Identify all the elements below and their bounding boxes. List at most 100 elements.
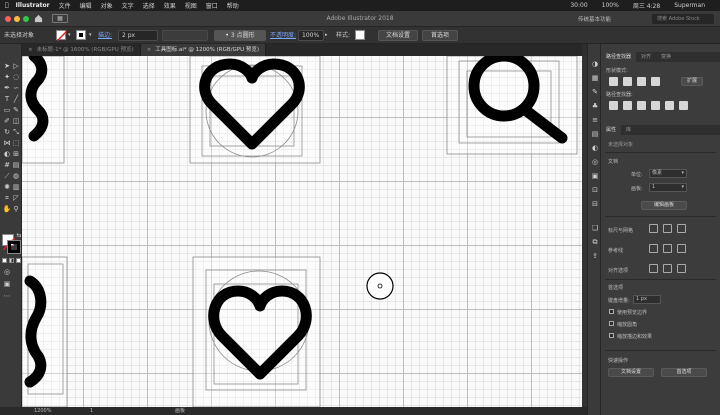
- transform-panel-icon[interactable]: ⊡: [591, 186, 599, 194]
- scale-corners-checkbox[interactable]: [609, 321, 614, 326]
- trim-icon[interactable]: [623, 101, 632, 110]
- type-tool-icon[interactable]: T: [3, 95, 11, 103]
- brush-definition[interactable]: • 3 点圆形: [214, 30, 266, 41]
- opacity-field[interactable]: 100%: [298, 30, 324, 41]
- stroke-swatch[interactable]: [76, 30, 86, 40]
- unite-icon[interactable]: [609, 77, 618, 86]
- align-panel-icon[interactable]: ⊟: [591, 200, 599, 208]
- exclude-icon[interactable]: [651, 77, 660, 86]
- minus-front-icon[interactable]: [623, 77, 632, 86]
- menu-object[interactable]: 对象: [101, 1, 113, 10]
- menu-select[interactable]: 选择: [143, 1, 155, 10]
- transparency-panel-icon[interactable]: ◐: [591, 144, 599, 152]
- appearance-panel-icon[interactable]: ◎: [591, 158, 599, 166]
- fill-dropdown-icon[interactable]: ▾: [68, 30, 71, 41]
- units-select[interactable]: 像素 ▾: [649, 169, 687, 178]
- graphic-styles-panel-icon[interactable]: ▣: [591, 172, 599, 180]
- grid-icon[interactable]: [663, 224, 672, 233]
- slice-tool-icon[interactable]: ◸: [12, 194, 20, 202]
- close-tab-icon[interactable]: ×: [147, 47, 152, 53]
- pen-tool-icon[interactable]: ✒: [3, 84, 11, 92]
- opacity-label[interactable]: 不透明度:: [270, 30, 296, 41]
- stroke-weight-field[interactable]: 2 px: [118, 30, 158, 41]
- tab-align[interactable]: 对齐: [636, 52, 656, 62]
- zoom-tool-icon[interactable]: ⚲: [12, 205, 20, 213]
- artboards-panel-icon[interactable]: ⧉: [591, 238, 599, 246]
- color-panel-icon[interactable]: ◑: [591, 60, 599, 68]
- mesh-tool-icon[interactable]: #: [3, 161, 11, 169]
- brushes-panel-icon[interactable]: ✎: [591, 88, 599, 96]
- smart-guides-icon[interactable]: [677, 244, 686, 253]
- snap-to-pixel-icon[interactable]: [663, 264, 672, 273]
- magic-wand-tool-icon[interactable]: ✦: [3, 73, 11, 81]
- menu-view[interactable]: 视图: [185, 1, 197, 10]
- selection-tool-icon[interactable]: ➤: [3, 62, 11, 70]
- quick-document-setup-button[interactable]: 文档设置: [608, 368, 654, 377]
- menu-window[interactable]: 窗口: [206, 1, 218, 10]
- menu-effect[interactable]: 效果: [164, 1, 176, 10]
- close-tab-icon[interactable]: ×: [28, 47, 33, 53]
- direct-selection-tool-icon[interactable]: ▷: [12, 62, 20, 70]
- tab-untitled-1[interactable]: × 未标题-1* @ 1600% (RGB/GPU 预览): [22, 44, 141, 56]
- menu-edit[interactable]: 编辑: [80, 1, 92, 10]
- user-name[interactable]: Superman: [674, 2, 705, 9]
- snap-grid-icon[interactable]: [677, 224, 686, 233]
- rotate-tool-icon[interactable]: ↻: [3, 128, 11, 136]
- zoom-level[interactable]: 1200%: [34, 407, 51, 415]
- lasso-tool-icon[interactable]: ◌: [12, 73, 20, 81]
- asset-export-panel-icon[interactable]: ⇪: [591, 252, 599, 260]
- rectangle-tool-icon[interactable]: ▭: [3, 106, 11, 114]
- apple-icon[interactable]: : [5, 2, 9, 9]
- align-to-pixel-icon[interactable]: [677, 264, 686, 273]
- shaper-tool-icon[interactable]: ✐: [3, 117, 11, 125]
- document-setup-button[interactable]: 文档设置: [378, 30, 418, 41]
- keyboard-increment-field[interactable]: 1 px: [633, 295, 661, 304]
- hand-tool-icon[interactable]: ✋: [3, 205, 12, 213]
- crop-icon[interactable]: [651, 101, 660, 110]
- quick-preferences-button[interactable]: 首选项: [661, 368, 707, 377]
- line-segment-tool-icon[interactable]: ╱: [12, 95, 20, 103]
- stroke-label[interactable]: 描边:: [98, 30, 112, 41]
- show-guides-icon[interactable]: [649, 244, 658, 253]
- gradient-panel-icon[interactable]: ▤: [591, 130, 599, 138]
- blend-tool-icon[interactable]: ◍: [12, 172, 20, 180]
- menu-app-name[interactable]: Illustrator: [16, 2, 50, 9]
- paintbrush-tool-icon[interactable]: ✎: [12, 106, 20, 114]
- menu-type[interactable]: 文字: [122, 1, 134, 10]
- swatches-panel-icon[interactable]: ▦: [591, 74, 599, 82]
- width-tool-icon[interactable]: ⋈: [3, 139, 11, 147]
- shape-builder-tool-icon[interactable]: ◐: [3, 150, 11, 158]
- artboard-number[interactable]: 1: [90, 407, 93, 415]
- stock-search-input[interactable]: 搜索 Adobe Stock: [652, 14, 714, 24]
- tab-pathfinder[interactable]: 路径查找器: [601, 52, 637, 62]
- minus-back-icon[interactable]: [679, 101, 688, 110]
- stroke-color-box[interactable]: [7, 240, 21, 254]
- menu-file[interactable]: 文件: [59, 1, 71, 10]
- ruler-icon[interactable]: [649, 224, 658, 233]
- artboard-canvas[interactable]: [22, 56, 582, 407]
- edit-artboards-button[interactable]: 编辑画板: [641, 201, 687, 210]
- scale-tool-icon[interactable]: ⤡: [12, 128, 20, 136]
- menu-help[interactable]: 帮助: [227, 1, 239, 10]
- layers-panel-icon[interactable]: ❏: [591, 224, 599, 232]
- intersect-icon[interactable]: [637, 77, 646, 86]
- gradient-mode-icon[interactable]: [9, 258, 14, 263]
- tab-tool-icons[interactable]: × 工具图标.ai* @ 1200% (RGB/GPU 预览): [140, 44, 267, 56]
- color-mode-icon[interactable]: [2, 258, 7, 263]
- artboard-tool-icon[interactable]: ⌗: [3, 194, 11, 202]
- eraser-tool-icon[interactable]: ◫: [12, 117, 20, 125]
- perspective-grid-tool-icon[interactable]: ⊞: [12, 150, 20, 158]
- stroke-panel-icon[interactable]: ≡: [591, 116, 599, 124]
- expand-button[interactable]: 扩展: [681, 77, 703, 86]
- eyedropper-tool-icon[interactable]: ⟋: [3, 172, 11, 180]
- preferences-button[interactable]: 首选项: [422, 30, 458, 41]
- edit-toolbar-icon[interactable]: ⋯: [3, 292, 11, 300]
- free-transform-tool-icon[interactable]: ⬚: [12, 139, 20, 147]
- stroke-dropdown-icon[interactable]: ▾: [89, 30, 92, 41]
- merge-icon[interactable]: [637, 101, 646, 110]
- preview-bounds-checkbox[interactable]: [609, 309, 614, 314]
- variable-width-profile[interactable]: [162, 30, 208, 41]
- status-mode[interactable]: 画板: [175, 407, 185, 415]
- style-swatch[interactable]: [355, 30, 365, 40]
- tab-transform[interactable]: 变换: [656, 52, 676, 62]
